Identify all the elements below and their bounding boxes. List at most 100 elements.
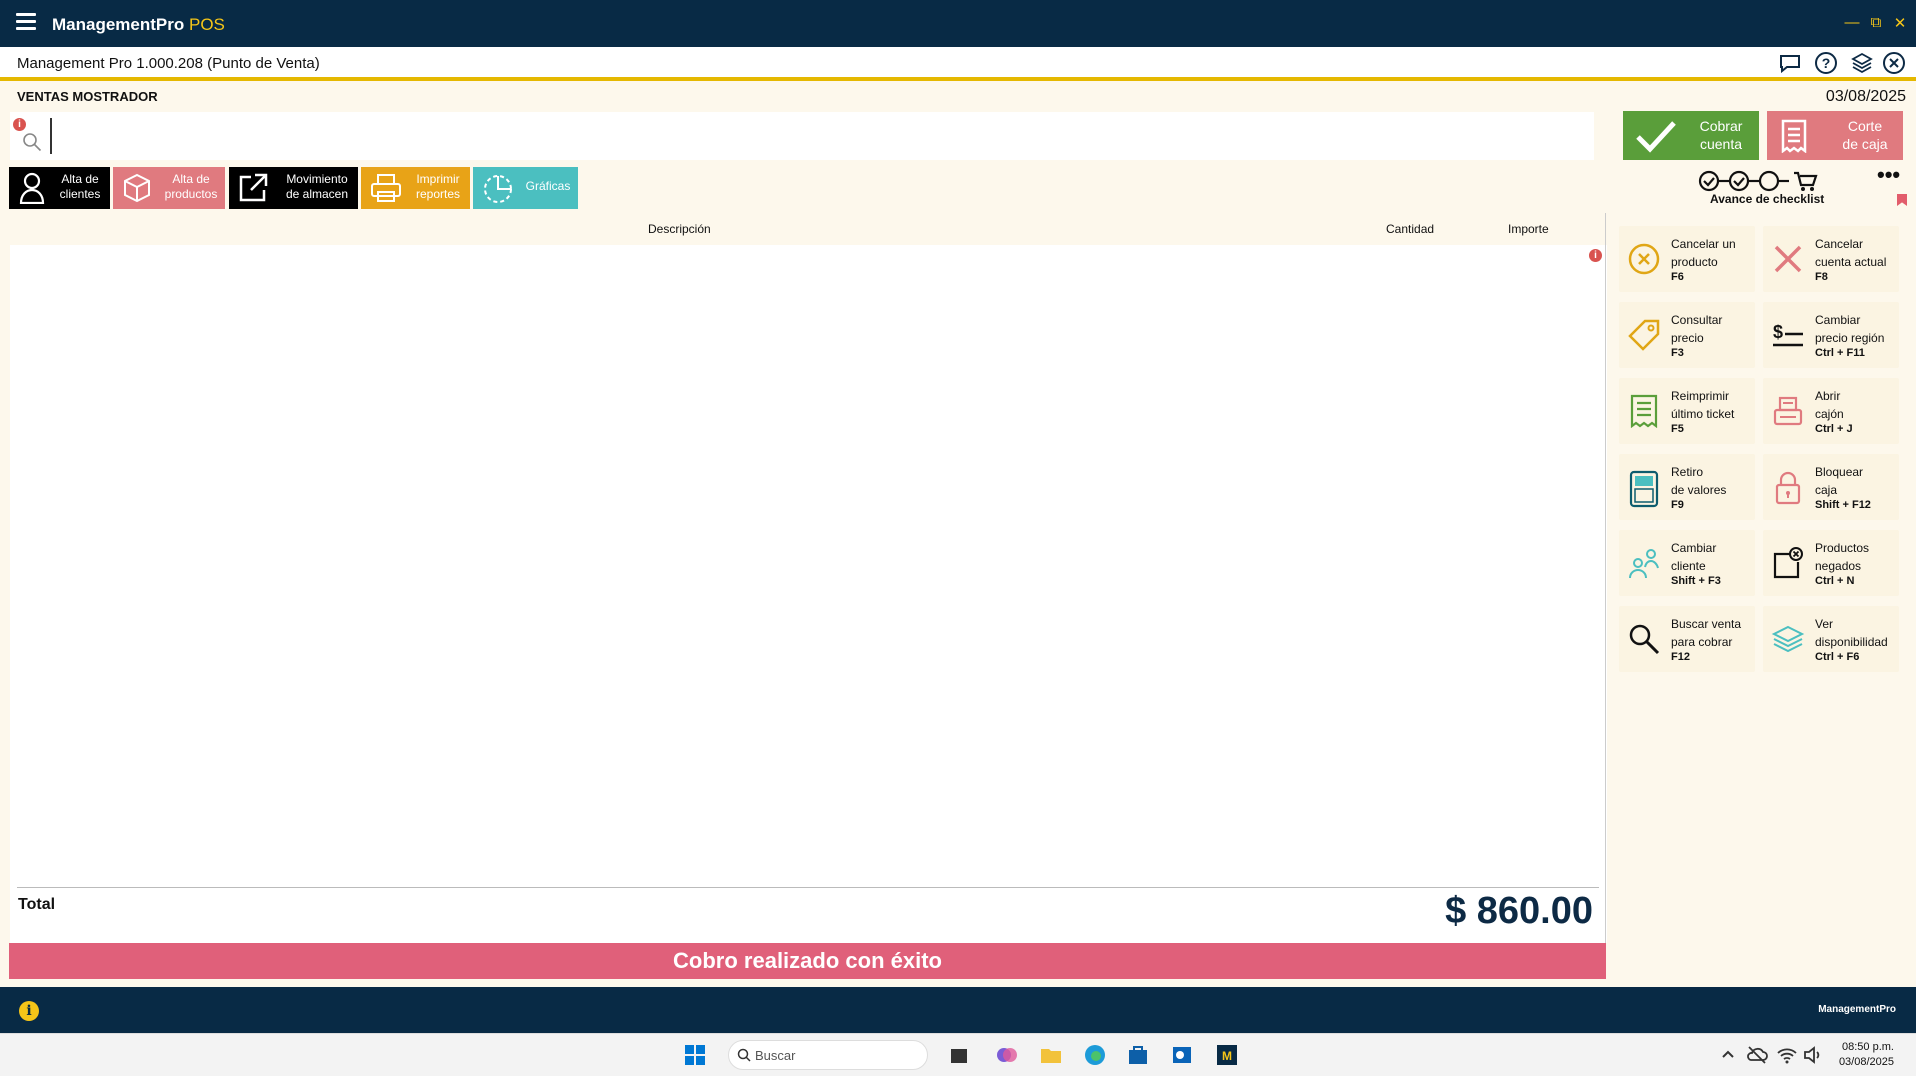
layers-icon[interactable] xyxy=(1850,51,1874,75)
copilot-icon[interactable] xyxy=(995,1043,1019,1067)
success-message: Cobro realizado con éxito xyxy=(9,943,1606,979)
checklist-steps-icon xyxy=(1698,170,1818,192)
denied-products-button[interactable]: Productos negados Ctrl + N xyxy=(1763,530,1899,596)
toolbar-label-4b: reportes xyxy=(415,187,461,201)
dollar-price-icon: $ xyxy=(1773,322,1803,347)
close-window-icon[interactable]: ✕ xyxy=(1890,14,1910,32)
store-icon[interactable] xyxy=(1126,1043,1150,1067)
outlook-icon[interactable] xyxy=(1170,1043,1194,1067)
view-availability-button[interactable]: Ver disponibilidad Ctrl + F6 xyxy=(1763,606,1899,672)
magnifier-icon xyxy=(1629,624,1660,655)
help-icon[interactable]: ? xyxy=(1814,51,1838,75)
task-view-icon[interactable] xyxy=(948,1043,972,1067)
stack-icon xyxy=(1771,625,1805,653)
close-circle-icon[interactable] xyxy=(1882,51,1906,75)
info-icon[interactable]: i xyxy=(19,1001,39,1021)
volume-icon[interactable] xyxy=(1801,1043,1825,1067)
info-icon[interactable]: i xyxy=(13,118,26,131)
toolbar-label-3b: de almacen xyxy=(285,187,349,201)
side-label: cliente xyxy=(1671,559,1706,573)
ticket-icon xyxy=(1630,394,1658,428)
side-shortcut: Ctrl + F6 xyxy=(1815,651,1860,663)
edge-browser-icon[interactable] xyxy=(1083,1043,1107,1067)
wifi-icon[interactable] xyxy=(1775,1043,1799,1067)
side-label: cajón xyxy=(1815,407,1844,421)
check-price-button[interactable]: Consultar precio F3 xyxy=(1619,302,1755,368)
imprimir-reportes-button[interactable]: Imprimir reportes xyxy=(361,167,470,209)
change-customer-button[interactable]: Cambiar cliente Shift + F3 xyxy=(1619,530,1755,596)
system-clock[interactable]: 08:50 p.m. 03/08/2025 xyxy=(1839,1040,1894,1070)
app-title: ManagementPro POS xyxy=(52,15,225,35)
clock-date: 03/08/2025 xyxy=(1838,1056,1894,1068)
side-label: Cambiar xyxy=(1671,541,1717,555)
side-label: disponibilidad xyxy=(1815,635,1888,649)
toolbar-label-2b: productos xyxy=(164,187,218,201)
cash-withdrawal-button[interactable]: Retiro de valores F9 xyxy=(1619,454,1755,520)
side-label: Reimprimir xyxy=(1671,389,1729,403)
chat-icon[interactable] xyxy=(1778,51,1802,75)
version-label: Management Pro 1.000.208 (Punto de Venta… xyxy=(17,55,320,72)
side-label: negados xyxy=(1815,559,1862,573)
restore-icon[interactable]: ⧉ xyxy=(1866,14,1886,31)
checklist-label: Avance de checklist xyxy=(1710,192,1825,206)
windows-start-icon[interactable] xyxy=(683,1043,707,1067)
search-input[interactable] xyxy=(50,118,1580,154)
file-explorer-icon[interactable] xyxy=(1039,1043,1063,1067)
open-drawer-button[interactable]: Abrir cajón Ctrl + J xyxy=(1763,378,1899,444)
side-label: precio región xyxy=(1815,331,1885,345)
cancel-product-button[interactable]: Cancelar un producto F6 xyxy=(1619,226,1755,292)
bookmark-icon[interactable] xyxy=(1897,194,1907,206)
column-amount: Importe xyxy=(1508,222,1549,236)
side-shortcut: Shift + F12 xyxy=(1815,499,1871,511)
side-label: para cobrar xyxy=(1671,635,1733,649)
brand-logo: ManagementPro xyxy=(1818,1004,1896,1015)
search-sale-button[interactable]: Buscar venta para cobrar F12 xyxy=(1619,606,1755,672)
external-link-icon xyxy=(239,173,268,202)
more-options-icon[interactable]: ••• xyxy=(1877,164,1900,186)
alta-productos-button[interactable]: Alta de productos xyxy=(113,167,225,209)
chart-pie-icon xyxy=(484,175,512,203)
side-label: Productos xyxy=(1815,541,1870,555)
hamburger-menu-icon[interactable] xyxy=(16,13,36,33)
svg-text:M: M xyxy=(1222,1049,1232,1063)
cancel-account-button[interactable]: Cancelar cuenta actual F8 xyxy=(1763,226,1899,292)
users-icon xyxy=(1629,549,1659,579)
graficas-button[interactable]: Gráficas xyxy=(473,167,578,209)
toolbar-label-3a: Movimiento xyxy=(286,172,348,186)
lock-register-button[interactable]: Bloquear caja Shift + F12 xyxy=(1763,454,1899,520)
reprint-ticket-button[interactable]: Reimprimir último ticket F5 xyxy=(1619,378,1755,444)
sale-items-table: Descripción Cantidad Importe i xyxy=(10,213,1607,943)
alta-clientes-button[interactable]: Alta de clientes xyxy=(9,167,110,209)
toolbar-label-1a: Alta de xyxy=(61,172,99,186)
chevron-up-icon[interactable] xyxy=(1716,1043,1740,1067)
svg-text:?: ? xyxy=(1822,55,1831,71)
toolbar-label-5: Gráficas xyxy=(525,179,571,193)
side-label: Bloquear xyxy=(1815,465,1864,479)
checklist-progress[interactable]: Avance de checklist xyxy=(1694,168,1854,208)
side-shortcut: Shift + F3 xyxy=(1671,575,1721,587)
side-shortcut: F12 xyxy=(1671,651,1690,663)
side-shortcut: Ctrl + J xyxy=(1815,423,1853,435)
cobrar-line2: cuenta xyxy=(1699,136,1743,152)
search-icon xyxy=(737,1048,751,1062)
managementpro-app-icon[interactable]: M xyxy=(1215,1043,1239,1067)
side-label: Cambiar xyxy=(1815,313,1861,327)
side-shortcut: Ctrl + F11 xyxy=(1815,347,1865,359)
corte-de-caja-button[interactable]: Corte de caja xyxy=(1767,111,1903,160)
side-shortcut: F8 xyxy=(1815,271,1828,283)
section-title: VENTAS MOSTRADOR xyxy=(17,89,158,104)
cloud-off-icon[interactable] xyxy=(1745,1043,1769,1067)
side-label: caja xyxy=(1815,483,1838,497)
side-shortcut: Ctrl + N xyxy=(1815,575,1855,587)
taskbar-search[interactable]: Buscar xyxy=(728,1040,928,1070)
minimize-icon[interactable]: — xyxy=(1842,14,1862,31)
close-x-icon xyxy=(1774,245,1802,273)
side-label: Ver xyxy=(1815,617,1834,631)
side-label: último ticket xyxy=(1671,407,1735,421)
row-info-icon[interactable]: i xyxy=(1589,249,1602,262)
cobrar-cuenta-button[interactable]: Cobrar cuenta xyxy=(1623,111,1759,160)
divider xyxy=(1605,213,1606,979)
movimiento-almacen-button[interactable]: Movimiento de almacen xyxy=(229,167,358,209)
box-cancel-icon xyxy=(1773,547,1803,579)
change-region-price-button[interactable]: $ Cambiar precio región Ctrl + F11 xyxy=(1763,302,1899,368)
